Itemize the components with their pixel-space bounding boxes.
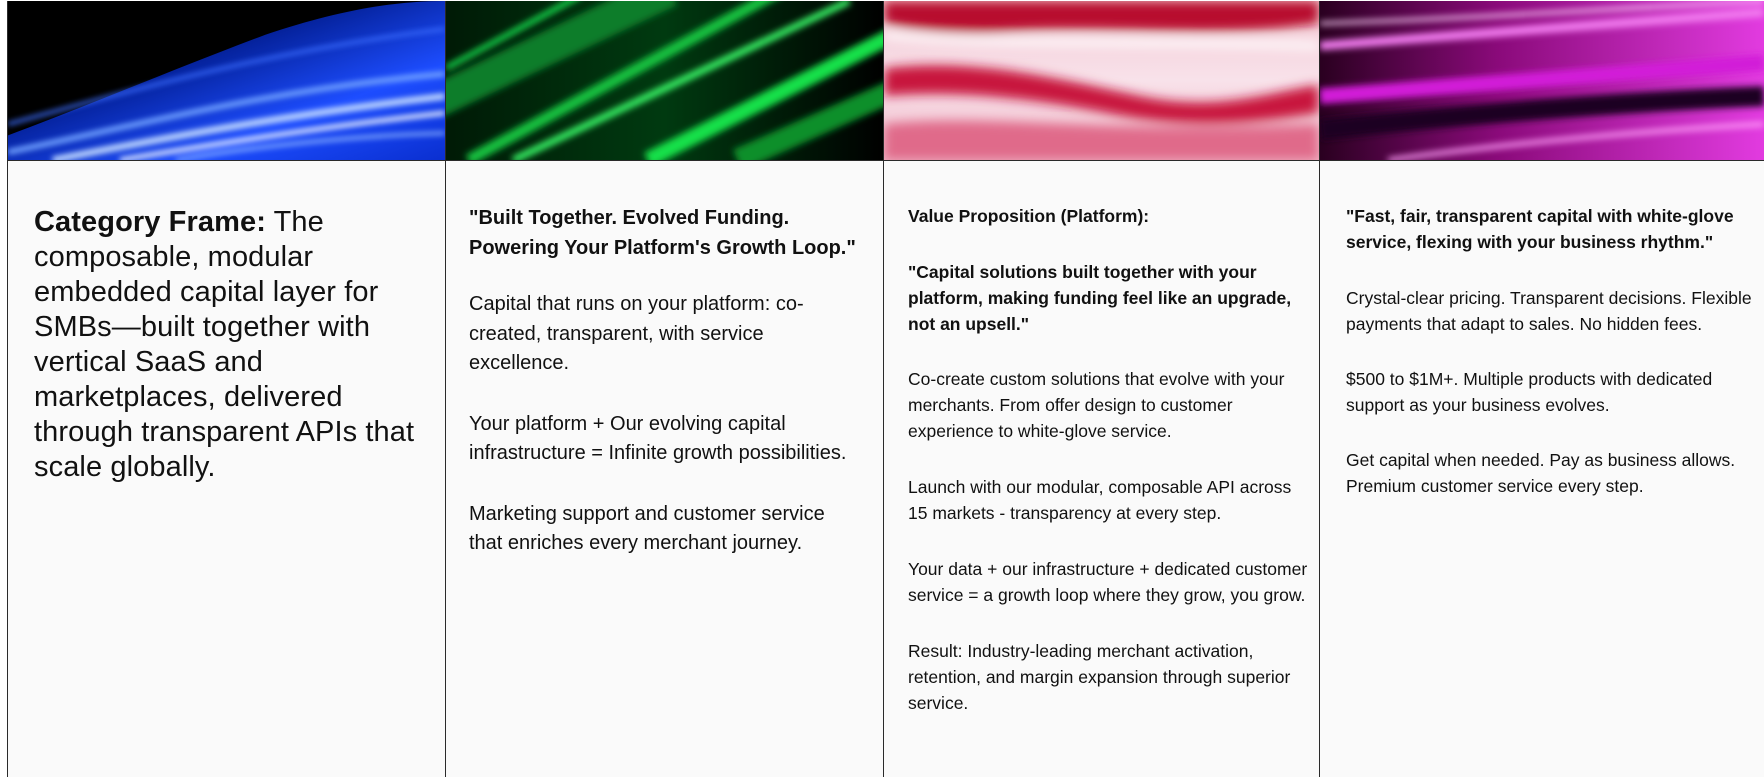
marketing-support-paragraph: Marketing support and customer service t… bbox=[469, 502, 825, 555]
modular-api-paragraph: Launch with our modular, composable API … bbox=[908, 477, 1292, 523]
value-proposition-headline: "Capital solutions built together with y… bbox=[908, 262, 1292, 334]
category-frame-description: The composable, modular embedded capital… bbox=[34, 206, 415, 483]
platform-capital-paragraph: Capital that runs on your platform: co-c… bbox=[469, 293, 804, 374]
red-light-waves-image bbox=[884, 1, 1319, 161]
messaging-board: Category Frame: The composable, modular … bbox=[7, 1, 1764, 777]
category-frame-label: Category Frame: bbox=[34, 206, 266, 238]
magenta-light-streaks-image bbox=[1320, 1, 1764, 161]
built-together-column: "Built Together. Evolved Funding. Poweri… bbox=[445, 1, 883, 777]
clear-pricing-paragraph: Crystal-clear pricing. Transparent decis… bbox=[1346, 288, 1752, 334]
growth-loop-paragraph: Your data + our infrastructure + dedicat… bbox=[908, 559, 1308, 605]
merchant-promise-headline: "Fast, fair, transparent capital with wh… bbox=[1346, 206, 1734, 252]
green-light-streaks-image bbox=[446, 1, 883, 161]
funding-range-paragraph: $500 to $1M+. Multiple products with ded… bbox=[1346, 369, 1713, 415]
built-together-headline: "Built Together. Evolved Funding. Poweri… bbox=[469, 207, 856, 259]
capital-when-needed-paragraph: Get capital when needed. Pay as business… bbox=[1346, 450, 1736, 496]
result-paragraph: Result: Industry-leading merchant activa… bbox=[908, 641, 1291, 713]
category-frame-column: Category Frame: The composable, modular … bbox=[7, 1, 445, 777]
value-proposition-column: Value Proposition (Platform): "Capital s… bbox=[883, 1, 1319, 777]
co-create-paragraph: Co-create custom solutions that evolve w… bbox=[908, 369, 1285, 441]
category-frame-text: Category Frame: The composable, modular … bbox=[34, 205, 415, 485]
merchant-promise-column: "Fast, fair, transparent capital with wh… bbox=[1319, 1, 1764, 777]
growth-possibilities-paragraph: Your platform + Our evolving capital inf… bbox=[469, 412, 847, 465]
blue-light-streaks-image bbox=[8, 1, 445, 161]
value-proposition-label: Value Proposition (Platform): bbox=[908, 206, 1150, 226]
